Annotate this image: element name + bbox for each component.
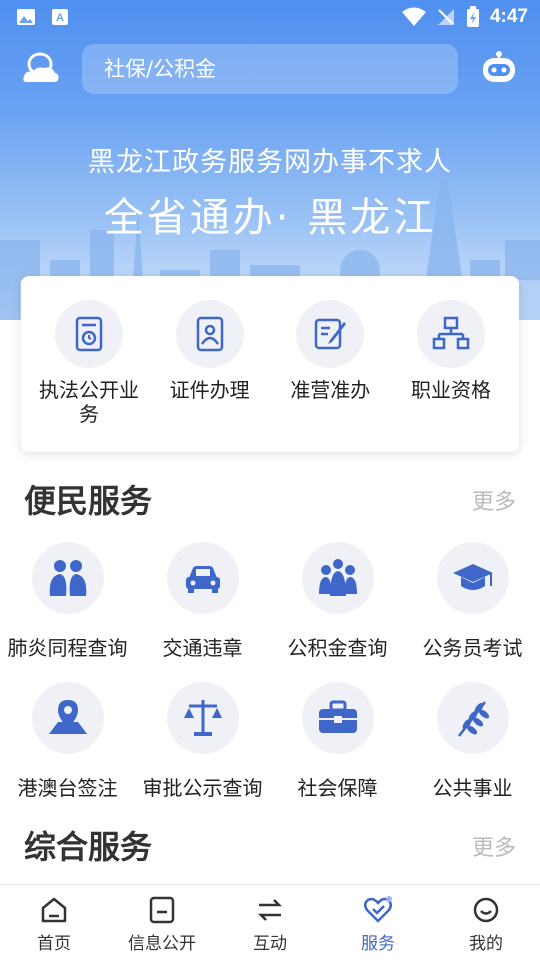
image-notification-icon xyxy=(17,9,35,25)
comprehensive-section-title: 综合服务 xyxy=(24,828,153,866)
status-time: 4:47 xyxy=(489,6,528,27)
document-icon xyxy=(75,316,103,352)
car-icon xyxy=(185,566,220,593)
wheat-icon xyxy=(457,701,489,737)
banner-slogan-line2: 全省通办· 黑龙江 xyxy=(103,195,437,241)
convenience-grid-row2: 港澳台签注 审批公示查询 社会保障 公共事业 xyxy=(0,682,540,801)
search-input[interactable]: 社保/公积金 xyxy=(82,44,458,94)
people-icon xyxy=(318,559,357,596)
id-card-icon xyxy=(196,316,223,352)
scales-icon xyxy=(183,700,222,736)
service-qualification[interactable]: 职业资格 xyxy=(391,300,511,426)
convenience-item-social-security[interactable]: 社会保障 xyxy=(270,682,405,801)
convenience-more-link[interactable]: 更多 xyxy=(472,484,516,516)
org-chart-icon xyxy=(432,316,470,350)
font-notification-icon: A xyxy=(52,9,68,25)
weather-cloud-icon[interactable] xyxy=(22,52,60,86)
battery-icon xyxy=(466,6,479,27)
map-pin-icon xyxy=(48,700,87,734)
convenience-item-pneumonia[interactable]: 肺炎同程查询 xyxy=(0,542,135,661)
service-id-card[interactable]: 证件办理 xyxy=(150,300,270,426)
smile-icon xyxy=(473,897,499,923)
svg-text:A: A xyxy=(56,12,64,24)
status-bar: A 4:47 xyxy=(0,0,540,36)
nav-home[interactable]: 首页 xyxy=(0,885,108,960)
wifi-icon xyxy=(401,7,426,26)
home-icon xyxy=(41,897,67,923)
service-business-permit[interactable]: 准营准办 xyxy=(270,300,390,426)
nav-services[interactable]: 服务 xyxy=(324,885,432,960)
convenience-item-approval[interactable]: 审批公示查询 xyxy=(135,682,270,801)
nav-info-public[interactable]: 信息公开 xyxy=(108,885,216,960)
robot-assistant-icon[interactable] xyxy=(480,50,518,86)
service-law-enforcement[interactable]: 执法公开业务 xyxy=(29,300,149,426)
bottom-navigation: 首页 信息公开 互动 服务 我的 xyxy=(0,884,540,960)
convenience-grid-row1: 肺炎同程查询 交通违章 公积金查询 公务员考试 xyxy=(0,542,540,661)
no-signal-icon xyxy=(437,9,454,25)
nav-interaction[interactable]: 互动 xyxy=(216,885,324,960)
graduation-cap-icon xyxy=(452,564,493,590)
convenience-item-public-utility[interactable]: 公共事业 xyxy=(405,682,540,801)
lungs-icon xyxy=(49,560,86,596)
edit-icon xyxy=(315,318,347,350)
convenience-item-traffic[interactable]: 交通违章 xyxy=(135,542,270,661)
top-services-card: 执法公开业务 证件办理 准营准办 职业资格 xyxy=(21,276,519,452)
exchange-icon xyxy=(257,899,283,921)
heart-check-icon xyxy=(364,896,392,923)
convenience-item-civil-exam[interactable]: 公务员考试 xyxy=(405,542,540,661)
comprehensive-more-link[interactable]: 更多 xyxy=(472,830,516,862)
convenience-section-title: 便民服务 xyxy=(24,482,153,520)
info-icon xyxy=(149,896,175,924)
convenience-item-hk-macao-taiwan[interactable]: 港澳台签注 xyxy=(0,682,135,801)
top-bar: 社保/公积金 xyxy=(0,44,540,94)
banner-slogan-line1: 黑龙江政务服务网办事不求人 xyxy=(88,147,452,178)
convenience-item-housing-fund[interactable]: 公积金查询 xyxy=(270,542,405,661)
nav-mine[interactable]: 我的 xyxy=(432,885,540,960)
toolbox-icon xyxy=(318,700,357,733)
